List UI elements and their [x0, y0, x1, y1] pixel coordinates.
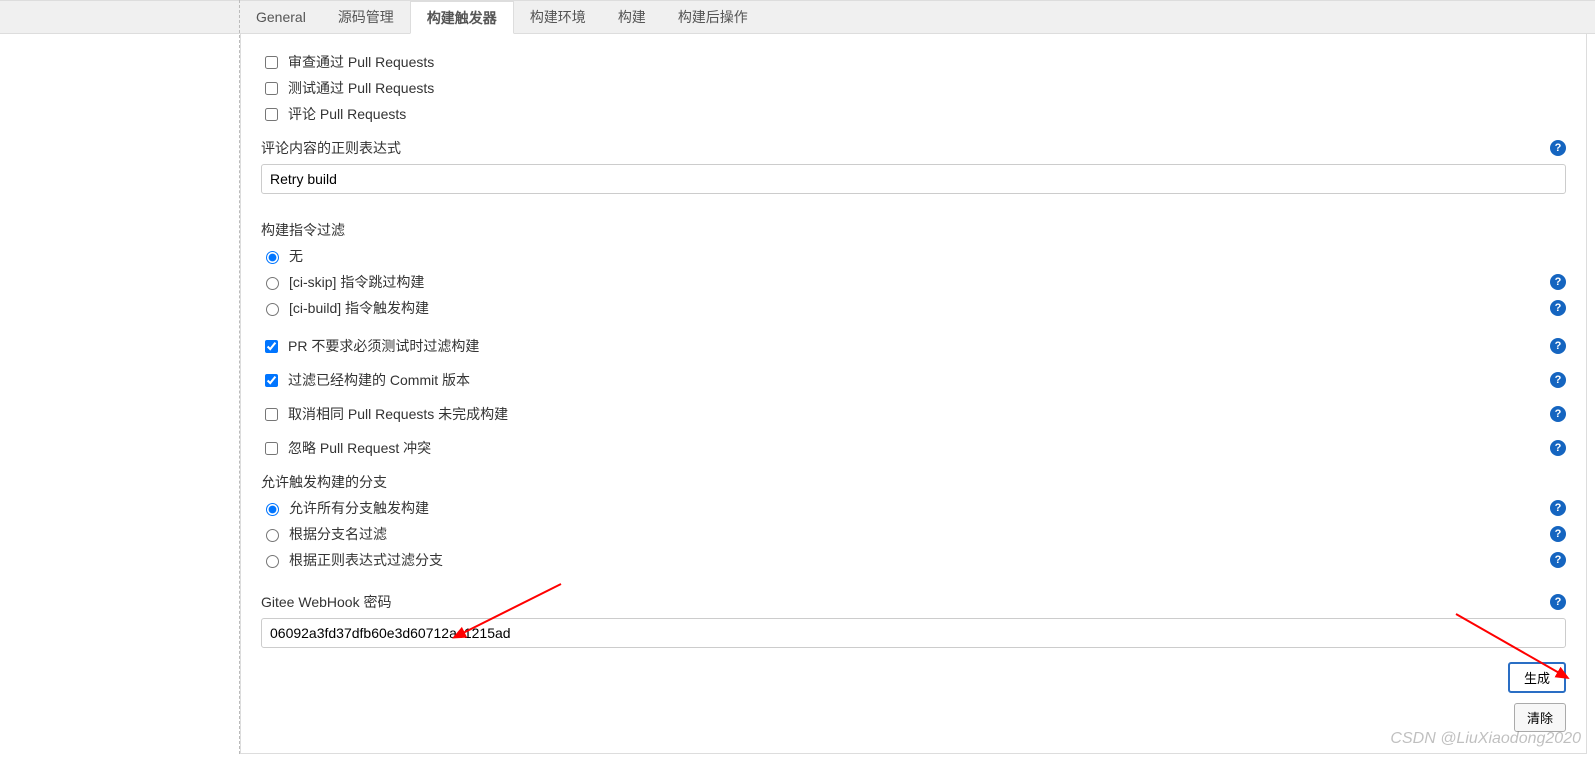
- tab-build-env[interactable]: 构建环境: [514, 1, 602, 33]
- help-icon[interactable]: ?: [1550, 372, 1566, 388]
- input-comment-regex[interactable]: [261, 164, 1566, 194]
- label-branch-all: 允许所有分支触发构建: [289, 498, 429, 518]
- clear-button[interactable]: 清除: [1514, 703, 1566, 732]
- tab-general[interactable]: General: [240, 1, 322, 33]
- label-branch-filter: 允许触发构建的分支: [261, 472, 387, 492]
- checkbox-cancel-unfinished-pr[interactable]: [265, 408, 278, 421]
- checkbox-ignore-pr-conflict[interactable]: [265, 442, 278, 455]
- label-test-pr: 测试通过 Pull Requests: [288, 78, 434, 98]
- radio-branch-all[interactable]: [266, 503, 279, 516]
- radio-branch-byregex[interactable]: [266, 555, 279, 568]
- help-icon[interactable]: ?: [1550, 300, 1566, 316]
- radio-cmdfilter-ciskip[interactable]: [266, 277, 279, 290]
- tab-build-triggers[interactable]: 构建触发器: [410, 1, 514, 34]
- label-approve-pr: 审查通过 Pull Requests: [288, 52, 434, 72]
- label-cmdfilter-none: 无: [289, 246, 303, 266]
- checkbox-filter-built-commit[interactable]: [265, 374, 278, 387]
- help-icon[interactable]: ?: [1550, 406, 1566, 422]
- label-cancel-unfinished-pr: 取消相同 Pull Requests 未完成构建: [288, 404, 508, 424]
- checkbox-comment-pr[interactable]: [265, 108, 278, 121]
- help-icon[interactable]: ?: [1550, 594, 1566, 610]
- label-filter-built-commit: 过滤已经构建的 Commit 版本: [288, 370, 470, 390]
- label-webhook-password: Gitee WebHook 密码: [261, 592, 391, 612]
- checkbox-pr-notest-filter[interactable]: [265, 340, 278, 353]
- label-build-cmd-filter: 构建指令过滤: [261, 220, 345, 240]
- label-pr-notest-filter: PR 不要求必须测试时过滤构建: [288, 336, 479, 356]
- radio-cmdfilter-none[interactable]: [266, 251, 279, 264]
- label-cmdfilter-cibuild: [ci-build] 指令触发构建: [289, 298, 429, 318]
- tab-post-build[interactable]: 构建后操作: [662, 1, 764, 33]
- radio-branch-byname[interactable]: [266, 529, 279, 542]
- help-icon[interactable]: ?: [1550, 526, 1566, 542]
- help-icon[interactable]: ?: [1550, 274, 1566, 290]
- help-icon[interactable]: ?: [1550, 552, 1566, 568]
- label-cmdfilter-ciskip: [ci-skip] 指令跳过构建: [289, 272, 424, 292]
- checkbox-test-pr[interactable]: [265, 82, 278, 95]
- help-icon[interactable]: ?: [1550, 338, 1566, 354]
- label-ignore-pr-conflict: 忽略 Pull Request 冲突: [288, 438, 431, 458]
- tab-build[interactable]: 构建: [602, 1, 662, 33]
- label-comment-regex: 评论内容的正则表达式: [261, 138, 401, 158]
- label-branch-byname: 根据分支名过滤: [289, 524, 387, 544]
- generate-button[interactable]: 生成: [1508, 662, 1566, 693]
- help-icon[interactable]: ?: [1550, 440, 1566, 456]
- checkbox-approve-pr[interactable]: [265, 56, 278, 69]
- label-comment-pr: 评论 Pull Requests: [288, 104, 406, 124]
- help-icon[interactable]: ?: [1550, 140, 1566, 156]
- input-webhook-password[interactable]: [261, 618, 1566, 648]
- radio-cmdfilter-cibuild[interactable]: [266, 303, 279, 316]
- triggers-panel: 审查通过 Pull Requests 测试通过 Pull Requests 评论…: [240, 34, 1587, 754]
- tab-scm[interactable]: 源码管理: [322, 1, 410, 33]
- label-branch-byregex: 根据正则表达式过滤分支: [289, 550, 443, 570]
- help-icon[interactable]: ?: [1550, 500, 1566, 516]
